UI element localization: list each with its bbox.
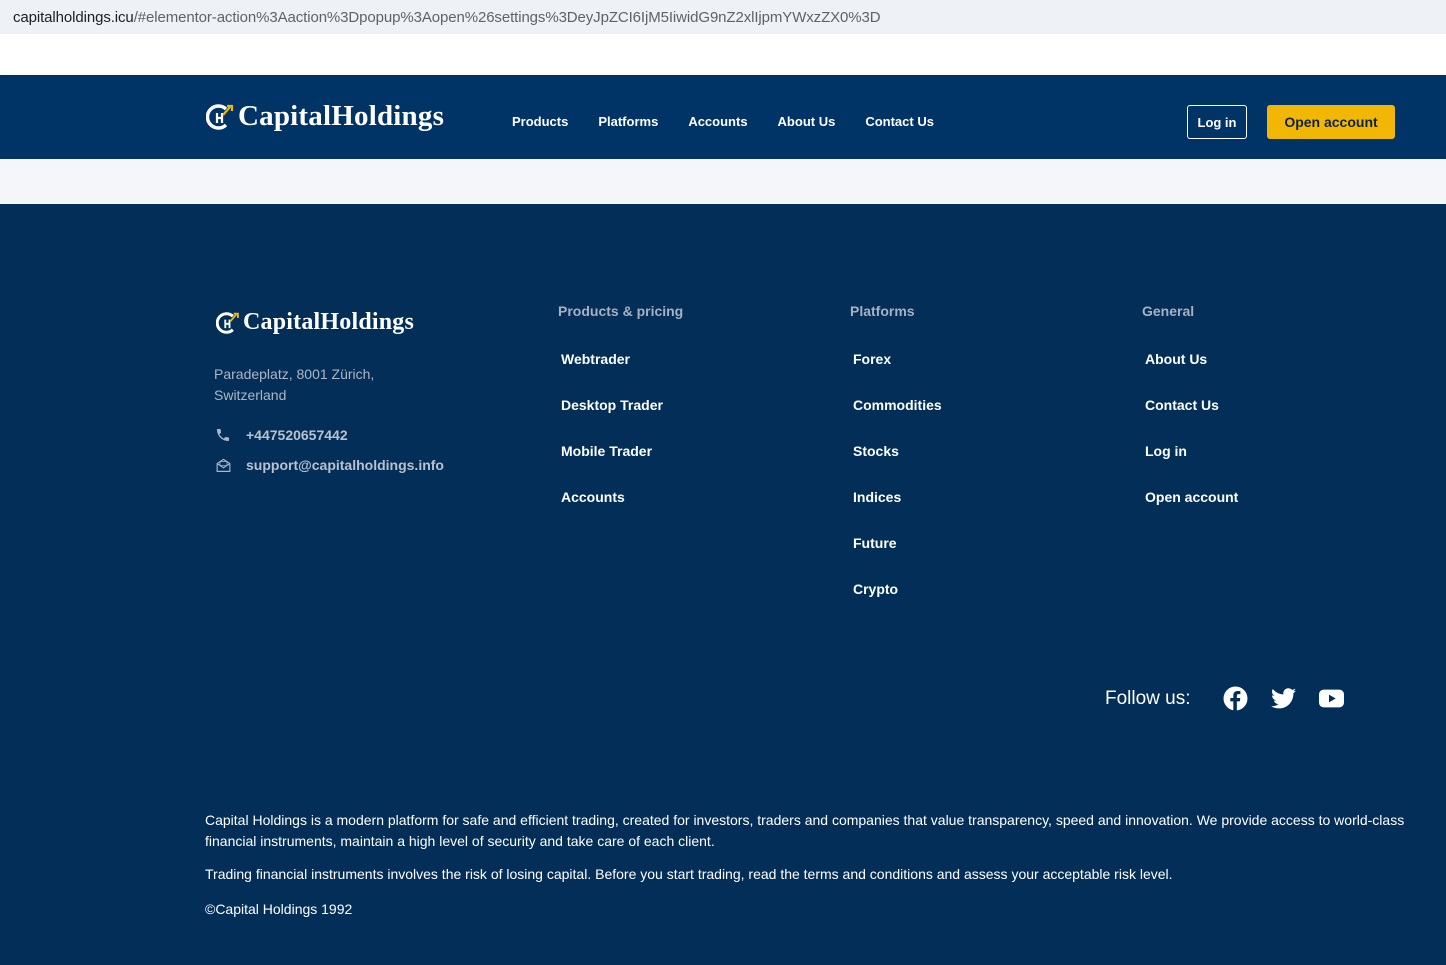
url-text[interactable]: capitalholdings.icu/#elementor-action%3A… bbox=[13, 9, 881, 26]
footer-link-future[interactable]: Future bbox=[853, 535, 942, 581]
mail-icon bbox=[214, 456, 232, 474]
phone-number[interactable]: +447520657442 bbox=[246, 427, 348, 443]
column-heading: Platforms bbox=[850, 303, 915, 319]
facebook-icon[interactable] bbox=[1221, 684, 1249, 712]
nav-about-us[interactable]: About Us bbox=[778, 114, 836, 129]
twitter-icon[interactable] bbox=[1269, 684, 1297, 712]
footer-link-log-in[interactable]: Log in bbox=[1145, 443, 1238, 489]
nav-contact-us[interactable]: Contact Us bbox=[865, 114, 934, 129]
main-nav: Products Platforms Accounts About Us Con… bbox=[512, 114, 964, 129]
logo-mark-icon bbox=[216, 311, 239, 334]
login-button[interactable]: Log in bbox=[1187, 105, 1247, 139]
footer-link-open-account[interactable]: Open account bbox=[1145, 489, 1238, 535]
email-row[interactable]: support@capitalholdings.info bbox=[214, 456, 444, 474]
logo-mark-icon bbox=[206, 103, 234, 130]
footer-link-stocks[interactable]: Stocks bbox=[853, 443, 942, 489]
follow-us-label: Follow us: bbox=[1105, 688, 1191, 709]
footer-link-desktop-trader[interactable]: Desktop Trader bbox=[561, 397, 683, 443]
footer-link-crypto[interactable]: Crypto bbox=[853, 581, 942, 627]
youtube-icon[interactable] bbox=[1317, 684, 1345, 712]
footer-link-forex[interactable]: Forex bbox=[853, 351, 942, 397]
footer-link-mobile-trader[interactable]: Mobile Trader bbox=[561, 443, 683, 489]
copyright: ©Capital Holdings 1992 bbox=[205, 901, 353, 917]
email-address[interactable]: support@capitalholdings.info bbox=[246, 457, 444, 473]
phone-icon bbox=[214, 426, 232, 444]
phone-row[interactable]: +447520657442 bbox=[214, 426, 348, 444]
risk-warning: Trading financial instruments involves t… bbox=[205, 866, 1173, 882]
content-spacer bbox=[0, 159, 1446, 204]
logo-text: CapitalHoldings bbox=[238, 100, 445, 132]
company-address: Paradeplatz, 8001 Zürich, Switzerland bbox=[214, 366, 375, 403]
footer-logo-text: CapitalHoldings bbox=[243, 309, 415, 335]
footer-link-accounts[interactable]: Accounts bbox=[561, 489, 683, 535]
footer-column-products: Products & pricing Webtrader Desktop Tra… bbox=[558, 303, 683, 535]
footer-link-contact-us[interactable]: Contact Us bbox=[1145, 397, 1238, 443]
nav-products[interactable]: Products bbox=[512, 114, 568, 129]
open-account-button[interactable]: Open account bbox=[1267, 105, 1395, 139]
nav-accounts[interactable]: Accounts bbox=[688, 114, 747, 129]
footer-link-about-us[interactable]: About Us bbox=[1145, 351, 1238, 397]
company-description: Capital Holdings is a modern platform fo… bbox=[205, 812, 1405, 849]
footer-link-indices[interactable]: Indices bbox=[853, 489, 942, 535]
browser-address-bar[interactable]: capitalholdings.icu/#elementor-action%3A… bbox=[0, 0, 1446, 34]
column-heading: Products & pricing bbox=[558, 303, 684, 319]
footer-column-general: General About Us Contact Us Log in Open … bbox=[1142, 303, 1238, 535]
top-spacer bbox=[0, 34, 1446, 75]
footer-link-webtrader[interactable]: Webtrader bbox=[561, 351, 683, 397]
nav-platforms[interactable]: Platforms bbox=[598, 114, 658, 129]
footer-logo[interactable]: CapitalHoldings bbox=[216, 309, 414, 336]
column-heading: General bbox=[1142, 303, 1195, 319]
site-header: CapitalHoldings Products Platforms Accou… bbox=[0, 75, 1446, 159]
footer-link-commodities[interactable]: Commodities bbox=[853, 397, 942, 443]
footer-column-platforms: Platforms Forex Commodities Stocks Indic… bbox=[850, 303, 942, 627]
header-logo[interactable]: CapitalHoldings bbox=[206, 100, 444, 133]
site-footer: CapitalHoldings Paradeplatz, 8001 Zürich… bbox=[0, 204, 1446, 965]
